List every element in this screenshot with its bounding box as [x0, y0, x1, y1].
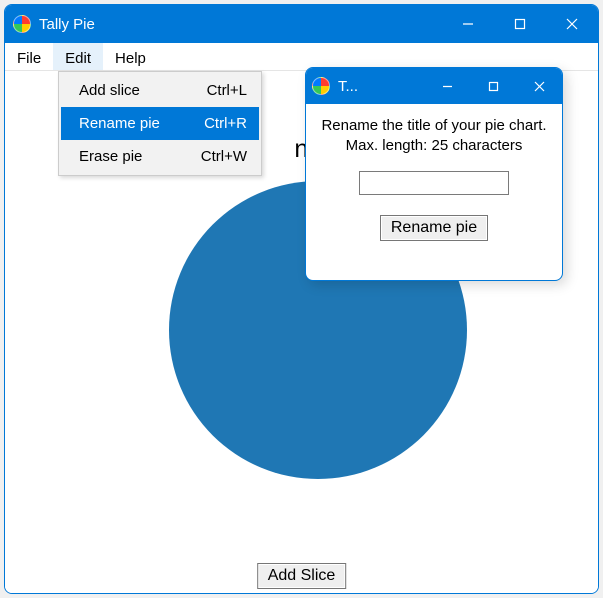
- edit-dropdown: Add slice Ctrl+L Rename pie Ctrl+R Erase…: [58, 71, 262, 176]
- dialog-minimize-button[interactable]: [424, 68, 470, 104]
- menu-item-label: Add slice: [79, 82, 207, 99]
- add-slice-button[interactable]: Add Slice: [257, 563, 347, 589]
- menu-item-add-slice[interactable]: Add slice Ctrl+L: [61, 74, 259, 107]
- menu-item-label: Rename pie: [79, 115, 204, 132]
- dialog-titlebar[interactable]: T...: [306, 68, 562, 104]
- menu-file[interactable]: File: [5, 43, 53, 70]
- minimize-button[interactable]: [442, 5, 494, 43]
- menu-item-rename-pie[interactable]: Rename pie Ctrl+R: [61, 107, 259, 140]
- menu-item-shortcut: Ctrl+W: [201, 148, 247, 165]
- menu-help[interactable]: Help: [103, 43, 158, 70]
- maximize-button[interactable]: [494, 5, 546, 43]
- rename-dialog: T... Rename the title of your pie chart.…: [305, 67, 563, 281]
- menu-edit[interactable]: Edit: [53, 43, 103, 70]
- dialog-close-button[interactable]: [516, 68, 562, 104]
- dialog-text-line2: Max. length: 25 characters: [314, 136, 554, 156]
- dialog-body: Rename the title of your pie chart. Max.…: [306, 104, 562, 241]
- close-button[interactable]: [546, 5, 598, 43]
- app-icon: [312, 77, 330, 95]
- menu-item-shortcut: Ctrl+R: [204, 115, 247, 132]
- menu-item-shortcut: Ctrl+L: [207, 82, 247, 99]
- app-title: Tally Pie: [39, 16, 442, 33]
- main-titlebar[interactable]: Tally Pie: [5, 5, 598, 43]
- rename-submit-button[interactable]: Rename pie: [380, 215, 488, 241]
- dialog-maximize-button[interactable]: [470, 68, 516, 104]
- dialog-title: T...: [338, 78, 424, 95]
- dialog-text-line1: Rename the title of your pie chart.: [314, 116, 554, 136]
- menu-item-erase-pie[interactable]: Erase pie Ctrl+W: [61, 140, 259, 173]
- menu-item-label: Erase pie: [79, 148, 201, 165]
- app-icon: [13, 15, 31, 33]
- rename-input[interactable]: [359, 171, 509, 195]
